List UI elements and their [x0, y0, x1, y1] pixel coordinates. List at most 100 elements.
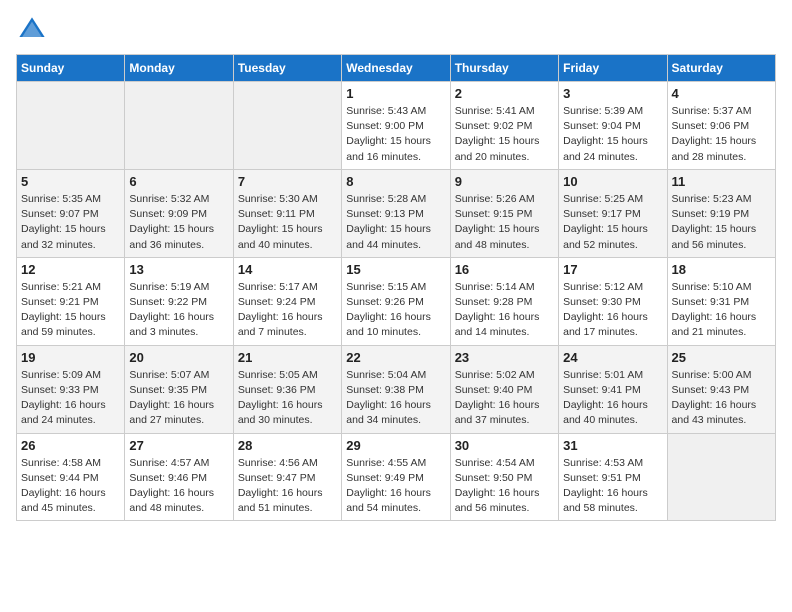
day-number: 14 [238, 262, 337, 277]
calendar-cell: 25 Sunrise: 5:00 AMSunset: 9:43 PMDayligh… [667, 345, 775, 433]
week-row-4: 19 Sunrise: 5:09 AMSunset: 9:33 PMDayligh… [17, 345, 776, 433]
day-info: Sunrise: 5:43 AMSunset: 9:00 PMDaylight:… [346, 104, 445, 165]
day-info: Sunrise: 4:55 AMSunset: 9:49 PMDaylight:… [346, 456, 445, 517]
calendar-cell: 11 Sunrise: 5:23 AMSunset: 9:19 PMDayligh… [667, 169, 775, 257]
day-info: Sunrise: 5:01 AMSunset: 9:41 PMDaylight:… [563, 368, 662, 429]
day-info: Sunrise: 5:26 AMSunset: 9:15 PMDaylight:… [455, 192, 554, 253]
calendar-cell: 23 Sunrise: 5:02 AMSunset: 9:40 PMDayligh… [450, 345, 558, 433]
calendar-cell: 18 Sunrise: 5:10 AMSunset: 9:31 PMDayligh… [667, 257, 775, 345]
calendar-cell: 7 Sunrise: 5:30 AMSunset: 9:11 PMDaylight… [233, 169, 341, 257]
day-number: 10 [563, 174, 662, 189]
day-number: 2 [455, 86, 554, 101]
day-info: Sunrise: 5:07 AMSunset: 9:35 PMDaylight:… [129, 368, 228, 429]
day-info: Sunrise: 5:23 AMSunset: 9:19 PMDaylight:… [672, 192, 771, 253]
weekday-header-saturday: Saturday [667, 55, 775, 82]
calendar-cell: 8 Sunrise: 5:28 AMSunset: 9:13 PMDaylight… [342, 169, 450, 257]
calendar-body: 1 Sunrise: 5:43 AMSunset: 9:00 PMDaylight… [17, 82, 776, 521]
calendar-cell: 1 Sunrise: 5:43 AMSunset: 9:00 PMDaylight… [342, 82, 450, 170]
weekday-header-sunday: Sunday [17, 55, 125, 82]
calendar-cell: 16Sunrise: 5:14 AMSunset: 9:28 PMDayligh… [450, 257, 558, 345]
day-number: 20 [129, 350, 228, 365]
calendar-cell: 27Sunrise: 4:57 AMSunset: 9:46 PMDayligh… [125, 433, 233, 521]
calendar-header: SundayMondayTuesdayWednesdayThursdayFrid… [17, 55, 776, 82]
day-number: 6 [129, 174, 228, 189]
day-info: Sunrise: 5:15 AMSunset: 9:26 PMDaylight:… [346, 280, 445, 341]
day-info: Sunrise: 4:56 AMSunset: 9:47 PMDaylight:… [238, 456, 337, 517]
day-info: Sunrise: 5:32 AMSunset: 9:09 PMDaylight:… [129, 192, 228, 253]
day-info: Sunrise: 4:54 AMSunset: 9:50 PMDaylight:… [455, 456, 554, 517]
day-number: 30 [455, 438, 554, 453]
logo-icon [18, 16, 46, 44]
day-info: Sunrise: 5:41 AMSunset: 9:02 PMDaylight:… [455, 104, 554, 165]
day-number: 29 [346, 438, 445, 453]
day-number: 22 [346, 350, 445, 365]
week-row-3: 12Sunrise: 5:21 AMSunset: 9:21 PMDayligh… [17, 257, 776, 345]
calendar-cell: 28 Sunrise: 4:56 AMSunset: 9:47 PMDayligh… [233, 433, 341, 521]
day-info: Sunrise: 5:28 AMSunset: 9:13 PMDaylight:… [346, 192, 445, 253]
day-number: 24 [563, 350, 662, 365]
day-number: 5 [21, 174, 120, 189]
day-number: 1 [346, 86, 445, 101]
logo [16, 16, 46, 44]
day-info: Sunrise: 5:30 AMSunset: 9:11 PMDaylight:… [238, 192, 337, 253]
calendar-cell: 9 Sunrise: 5:26 AMSunset: 9:15 PMDaylight… [450, 169, 558, 257]
day-number: 16 [455, 262, 554, 277]
day-number: 28 [238, 438, 337, 453]
day-number: 27 [129, 438, 228, 453]
weekday-header-thursday: Thursday [450, 55, 558, 82]
day-number: 11 [672, 174, 771, 189]
day-number: 19 [21, 350, 120, 365]
calendar-cell: 14Sunrise: 5:17 AMSunset: 9:24 PMDayligh… [233, 257, 341, 345]
day-number: 31 [563, 438, 662, 453]
calendar-cell: 24 Sunrise: 5:01 AMSunset: 9:41 PMDayligh… [559, 345, 667, 433]
day-number: 26 [21, 438, 120, 453]
calendar-cell [233, 82, 341, 170]
day-number: 17 [563, 262, 662, 277]
weekday-header-monday: Monday [125, 55, 233, 82]
calendar-cell: 4Sunrise: 5:37 AMSunset: 9:06 PMDaylight… [667, 82, 775, 170]
day-info: Sunrise: 5:25 AMSunset: 9:17 PMDaylight:… [563, 192, 662, 253]
day-number: 23 [455, 350, 554, 365]
day-number: 18 [672, 262, 771, 277]
day-info: Sunrise: 5:12 AMSunset: 9:30 PMDaylight:… [563, 280, 662, 341]
calendar-cell: 30 Sunrise: 4:54 AMSunset: 9:50 PMDayligh… [450, 433, 558, 521]
weekday-header-tuesday: Tuesday [233, 55, 341, 82]
weekday-header-row: SundayMondayTuesdayWednesdayThursdayFrid… [17, 55, 776, 82]
day-number: 9 [455, 174, 554, 189]
calendar-cell: 19 Sunrise: 5:09 AMSunset: 9:33 PMDayligh… [17, 345, 125, 433]
calendar-cell: 17 Sunrise: 5:12 AMSunset: 9:30 PMDayligh… [559, 257, 667, 345]
week-row-5: 26 Sunrise: 4:58 AMSunset: 9:44 PMDayligh… [17, 433, 776, 521]
day-number: 25 [672, 350, 771, 365]
calendar-cell: 5Sunrise: 5:35 AMSunset: 9:07 PMDaylight… [17, 169, 125, 257]
day-number: 13 [129, 262, 228, 277]
calendar-cell: 3Sunrise: 5:39 AMSunset: 9:04 PMDaylight… [559, 82, 667, 170]
calendar-cell: 2 Sunrise: 5:41 AMSunset: 9:02 PMDaylight… [450, 82, 558, 170]
day-number: 7 [238, 174, 337, 189]
calendar-cell: 21Sunrise: 5:05 AMSunset: 9:36 PMDayligh… [233, 345, 341, 433]
day-info: Sunrise: 5:21 AMSunset: 9:21 PMDaylight:… [21, 280, 120, 341]
day-info: Sunrise: 5:00 AMSunset: 9:43 PMDaylight:… [672, 368, 771, 429]
page-header [16, 16, 776, 44]
calendar-cell: 22 Sunrise: 5:04 AMSunset: 9:38 PMDayligh… [342, 345, 450, 433]
calendar-cell: 6 Sunrise: 5:32 AMSunset: 9:09 PMDaylight… [125, 169, 233, 257]
day-info: Sunrise: 5:02 AMSunset: 9:40 PMDaylight:… [455, 368, 554, 429]
day-info: Sunrise: 5:10 AMSunset: 9:31 PMDaylight:… [672, 280, 771, 341]
day-info: Sunrise: 5:05 AMSunset: 9:36 PMDaylight:… [238, 368, 337, 429]
calendar-cell: 13 Sunrise: 5:19 AMSunset: 9:22 PMDayligh… [125, 257, 233, 345]
weekday-header-wednesday: Wednesday [342, 55, 450, 82]
calendar-cell: 12Sunrise: 5:21 AMSunset: 9:21 PMDayligh… [17, 257, 125, 345]
calendar-cell: 31 Sunrise: 4:53 AMSunset: 9:51 PMDayligh… [559, 433, 667, 521]
day-info: Sunrise: 4:53 AMSunset: 9:51 PMDaylight:… [563, 456, 662, 517]
weekday-header-friday: Friday [559, 55, 667, 82]
calendar-cell [667, 433, 775, 521]
day-info: Sunrise: 5:09 AMSunset: 9:33 PMDaylight:… [21, 368, 120, 429]
day-info: Sunrise: 5:04 AMSunset: 9:38 PMDaylight:… [346, 368, 445, 429]
calendar-cell: 20 Sunrise: 5:07 AMSunset: 9:35 PMDayligh… [125, 345, 233, 433]
calendar-cell [17, 82, 125, 170]
calendar-cell [125, 82, 233, 170]
day-info: Sunrise: 5:37 AMSunset: 9:06 PMDaylight:… [672, 104, 771, 165]
day-info: Sunrise: 5:19 AMSunset: 9:22 PMDaylight:… [129, 280, 228, 341]
day-info: Sunrise: 4:58 AMSunset: 9:44 PMDaylight:… [21, 456, 120, 517]
day-number: 8 [346, 174, 445, 189]
week-row-1: 1 Sunrise: 5:43 AMSunset: 9:00 PMDaylight… [17, 82, 776, 170]
